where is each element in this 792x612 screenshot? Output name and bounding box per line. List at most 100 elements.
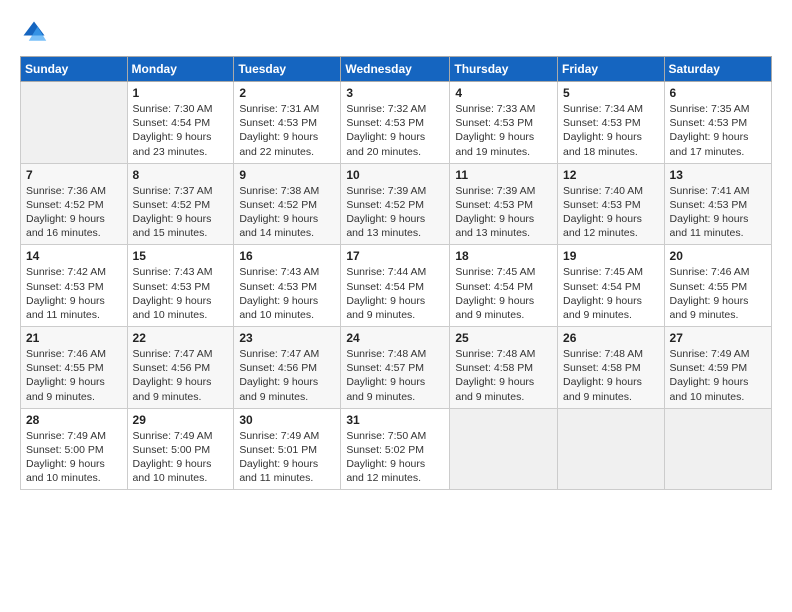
- calendar-cell: 11 Sunrise: 7:39 AM Sunset: 4:53 PM Dayli…: [450, 163, 558, 245]
- day-info: Sunrise: 7:49 AM Sunset: 5:01 PM Dayligh…: [239, 429, 335, 486]
- day-number: 1: [133, 86, 229, 100]
- weekday-header-wednesday: Wednesday: [341, 57, 450, 82]
- day-number: 10: [346, 168, 444, 182]
- day-info: Sunrise: 7:48 AM Sunset: 4:58 PM Dayligh…: [455, 347, 552, 404]
- day-number: 20: [670, 249, 766, 263]
- day-number: 2: [239, 86, 335, 100]
- day-info: Sunrise: 7:49 AM Sunset: 5:00 PM Dayligh…: [133, 429, 229, 486]
- day-number: 16: [239, 249, 335, 263]
- weekday-header-sunday: Sunday: [21, 57, 128, 82]
- calendar-cell: 10 Sunrise: 7:39 AM Sunset: 4:52 PM Dayli…: [341, 163, 450, 245]
- day-info: Sunrise: 7:38 AM Sunset: 4:52 PM Dayligh…: [239, 184, 335, 241]
- calendar-week-1: 1Sunrise: 7:30 AM Sunset: 4:54 PM Daylig…: [21, 82, 772, 164]
- day-number: 30: [239, 413, 335, 427]
- calendar-cell: 30 Sunrise: 7:49 AM Sunset: 5:01 PM Dayli…: [234, 408, 341, 490]
- calendar-cell: 17Sunrise: 7:44 AM Sunset: 4:54 PM Dayli…: [341, 245, 450, 327]
- day-info: Sunrise: 7:37 AM Sunset: 4:52 PM Dayligh…: [133, 184, 229, 241]
- calendar-cell: [450, 408, 558, 490]
- weekday-header-tuesday: Tuesday: [234, 57, 341, 82]
- day-info: Sunrise: 7:43 AM Sunset: 4:53 PM Dayligh…: [133, 265, 229, 322]
- day-number: 8: [133, 168, 229, 182]
- day-number: 31: [346, 413, 444, 427]
- calendar-cell: 19Sunrise: 7:45 AM Sunset: 4:54 PM Dayli…: [558, 245, 665, 327]
- day-info: Sunrise: 7:33 AM Sunset: 4:53 PM Dayligh…: [455, 102, 552, 159]
- day-info: Sunrise: 7:39 AM Sunset: 4:53 PM Dayligh…: [455, 184, 552, 241]
- calendar-cell: 21 Sunrise: 7:46 AM Sunset: 4:55 PM Dayli…: [21, 327, 128, 409]
- day-number: 5: [563, 86, 659, 100]
- day-number: 11: [455, 168, 552, 182]
- calendar-cell: [558, 408, 665, 490]
- page: SundayMondayTuesdayWednesdayThursdayFrid…: [0, 0, 792, 612]
- day-number: 22: [133, 331, 229, 345]
- calendar-cell: 8 Sunrise: 7:37 AM Sunset: 4:52 PM Daylig…: [127, 163, 234, 245]
- calendar-cell: [664, 408, 771, 490]
- day-info: Sunrise: 7:39 AM Sunset: 4:52 PM Dayligh…: [346, 184, 444, 241]
- day-number: 3: [346, 86, 444, 100]
- calendar-cell: 20 Sunrise: 7:46 AM Sunset: 4:55 PM Dayli…: [664, 245, 771, 327]
- day-number: 28: [26, 413, 122, 427]
- calendar-cell: 5 Sunrise: 7:34 AM Sunset: 4:53 PM Daylig…: [558, 82, 665, 164]
- day-info: Sunrise: 7:43 AM Sunset: 4:53 PM Dayligh…: [239, 265, 335, 322]
- calendar-table: SundayMondayTuesdayWednesdayThursdayFrid…: [20, 56, 772, 490]
- calendar-week-4: 21 Sunrise: 7:46 AM Sunset: 4:55 PM Dayli…: [21, 327, 772, 409]
- calendar-cell: 3 Sunrise: 7:32 AM Sunset: 4:53 PM Daylig…: [341, 82, 450, 164]
- day-info: Sunrise: 7:48 AM Sunset: 4:57 PM Dayligh…: [346, 347, 444, 404]
- day-number: 13: [670, 168, 766, 182]
- logo-icon: [20, 18, 48, 46]
- calendar-cell: 27 Sunrise: 7:49 AM Sunset: 4:59 PM Dayli…: [664, 327, 771, 409]
- calendar-cell: 28Sunrise: 7:49 AM Sunset: 5:00 PM Dayli…: [21, 408, 128, 490]
- day-number: 19: [563, 249, 659, 263]
- calendar-cell: 7 Sunrise: 7:36 AM Sunset: 4:52 PM Daylig…: [21, 163, 128, 245]
- day-number: 21: [26, 331, 122, 345]
- logo: [20, 18, 52, 46]
- day-number: 27: [670, 331, 766, 345]
- day-info: Sunrise: 7:45 AM Sunset: 4:54 PM Dayligh…: [455, 265, 552, 322]
- calendar-cell: 2 Sunrise: 7:31 AM Sunset: 4:53 PM Daylig…: [234, 82, 341, 164]
- day-info: Sunrise: 7:34 AM Sunset: 4:53 PM Dayligh…: [563, 102, 659, 159]
- weekday-header-friday: Friday: [558, 57, 665, 82]
- calendar-cell: 31Sunrise: 7:50 AM Sunset: 5:02 PM Dayli…: [341, 408, 450, 490]
- calendar-cell: 25 Sunrise: 7:48 AM Sunset: 4:58 PM Dayli…: [450, 327, 558, 409]
- calendar-cell: 24Sunrise: 7:48 AM Sunset: 4:57 PM Dayli…: [341, 327, 450, 409]
- day-info: Sunrise: 7:49 AM Sunset: 4:59 PM Dayligh…: [670, 347, 766, 404]
- day-number: 7: [26, 168, 122, 182]
- day-number: 25: [455, 331, 552, 345]
- calendar-cell: 4 Sunrise: 7:33 AM Sunset: 4:53 PM Daylig…: [450, 82, 558, 164]
- day-info: Sunrise: 7:46 AM Sunset: 4:55 PM Dayligh…: [26, 347, 122, 404]
- day-info: Sunrise: 7:48 AM Sunset: 4:58 PM Dayligh…: [563, 347, 659, 404]
- day-info: Sunrise: 7:32 AM Sunset: 4:53 PM Dayligh…: [346, 102, 444, 159]
- day-info: Sunrise: 7:36 AM Sunset: 4:52 PM Dayligh…: [26, 184, 122, 241]
- calendar-cell: [21, 82, 128, 164]
- day-number: 12: [563, 168, 659, 182]
- day-number: 14: [26, 249, 122, 263]
- calendar-cell: 15 Sunrise: 7:43 AM Sunset: 4:53 PM Dayli…: [127, 245, 234, 327]
- calendar-cell: 9Sunrise: 7:38 AM Sunset: 4:52 PM Daylig…: [234, 163, 341, 245]
- day-info: Sunrise: 7:40 AM Sunset: 4:53 PM Dayligh…: [563, 184, 659, 241]
- calendar-cell: 12 Sunrise: 7:40 AM Sunset: 4:53 PM Dayli…: [558, 163, 665, 245]
- day-info: Sunrise: 7:47 AM Sunset: 4:56 PM Dayligh…: [239, 347, 335, 404]
- weekday-header-row: SundayMondayTuesdayWednesdayThursdayFrid…: [21, 57, 772, 82]
- calendar-cell: 29Sunrise: 7:49 AM Sunset: 5:00 PM Dayli…: [127, 408, 234, 490]
- calendar-cell: 16 Sunrise: 7:43 AM Sunset: 4:53 PM Dayli…: [234, 245, 341, 327]
- header: [20, 18, 772, 46]
- day-number: 23: [239, 331, 335, 345]
- day-info: Sunrise: 7:31 AM Sunset: 4:53 PM Dayligh…: [239, 102, 335, 159]
- day-number: 4: [455, 86, 552, 100]
- calendar-cell: 6Sunrise: 7:35 AM Sunset: 4:53 PM Daylig…: [664, 82, 771, 164]
- day-number: 17: [346, 249, 444, 263]
- weekday-header-saturday: Saturday: [664, 57, 771, 82]
- day-number: 15: [133, 249, 229, 263]
- day-info: Sunrise: 7:46 AM Sunset: 4:55 PM Dayligh…: [670, 265, 766, 322]
- day-info: Sunrise: 7:47 AM Sunset: 4:56 PM Dayligh…: [133, 347, 229, 404]
- calendar-cell: 26Sunrise: 7:48 AM Sunset: 4:58 PM Dayli…: [558, 327, 665, 409]
- weekday-header-thursday: Thursday: [450, 57, 558, 82]
- calendar-week-5: 28 Sunrise: 7:49 AM Sunset: 5:00 PM Dayli…: [21, 408, 772, 490]
- calendar-cell: 18 Sunrise: 7:45 AM Sunset: 4:54 PM Dayli…: [450, 245, 558, 327]
- day-number: 6: [670, 86, 766, 100]
- calendar-week-2: 7 Sunrise: 7:36 AM Sunset: 4:52 PM Daylig…: [21, 163, 772, 245]
- day-info: Sunrise: 7:42 AM Sunset: 4:53 PM Dayligh…: [26, 265, 122, 322]
- calendar-cell: 22 Sunrise: 7:47 AM Sunset: 4:56 PM Dayli…: [127, 327, 234, 409]
- day-number: 18: [455, 249, 552, 263]
- calendar-cell: 13Sunrise: 7:41 AM Sunset: 4:53 PM Dayli…: [664, 163, 771, 245]
- calendar-cell: 23 Sunrise: 7:47 AM Sunset: 4:56 PM Dayli…: [234, 327, 341, 409]
